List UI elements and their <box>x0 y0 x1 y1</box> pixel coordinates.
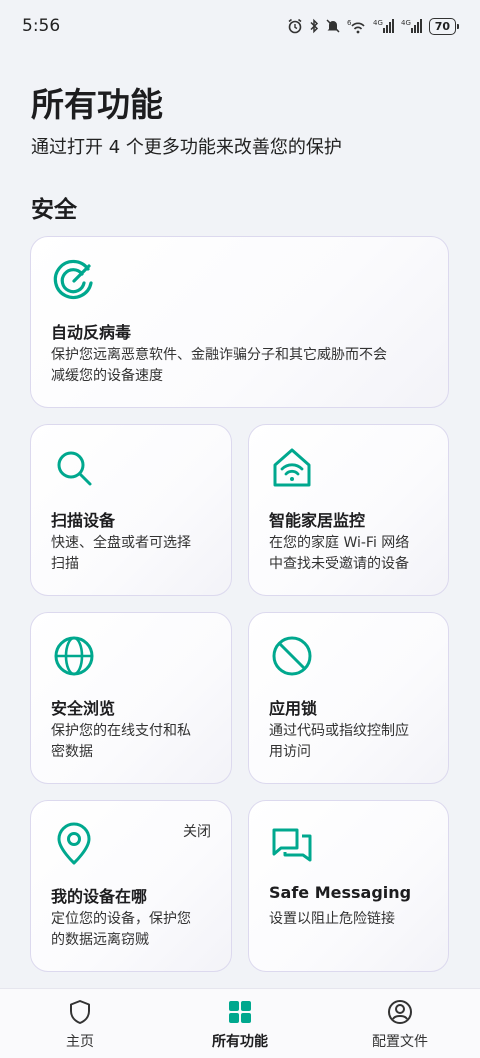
feature-description-line: 扫描 <box>51 556 79 572</box>
feature-description: 在您的家庭 Wi-Fi 网络 中查找未受邀请的设备 <box>269 533 434 575</box>
feature-card-smart-home[interactable]: 智能家居监控 在您的家庭 Wi-Fi 网络 中查找未受邀请的设备 <box>248 424 449 596</box>
feature-title: 安全浏览 <box>51 699 116 718</box>
feature-description: 通过代码或指纹控制应 用访问 <box>269 721 434 763</box>
feature-description: 设置以阻止危险链接 <box>269 909 434 930</box>
radar-icon <box>53 259 93 300</box>
feature-description-line: 设置以阻止危险链接 <box>269 911 395 927</box>
feature-description-line: 用访问 <box>269 744 311 760</box>
grid-icon <box>229 1001 251 1023</box>
wifi-icon: 6 <box>347 18 367 34</box>
feature-card-antivirus[interactable]: 自动反病毒 保护您远离恶意软件、金融诈骗分子和其它威胁而不会 减缓您的设备速度 <box>30 236 449 408</box>
feature-title: Safe Messaging <box>269 883 412 902</box>
feature-title: 应用锁 <box>269 699 318 718</box>
status-icons: 6 4G 4G 70 <box>287 17 460 35</box>
feature-description-line: 快速、全盘或者可选择 <box>51 535 191 551</box>
cell-signal-icon-2: 4G <box>401 18 423 34</box>
feature-title: 自动反病毒 <box>51 323 132 342</box>
feature-card-scan[interactable]: 扫描设备 快速、全盘或者可选择 扫描 <box>30 424 232 596</box>
bottom-nav: 主页 所有功能 配置文件 <box>0 988 480 1058</box>
feature-description-line: 的数据远离窃贼 <box>51 932 149 948</box>
svg-text:4G: 4G <box>373 19 383 27</box>
globe-icon <box>54 636 94 676</box>
feature-card-find-device[interactable]: 关闭 我的设备在哪 定位您的设备，保护您 的数据远离窃贼 <box>30 800 232 972</box>
status-time: 5:56 <box>22 16 61 36</box>
nav-item-home[interactable]: 主页 <box>0 989 160 1058</box>
feature-title: 智能家居监控 <box>269 511 366 530</box>
feature-description: 快速、全盘或者可选择 扫描 <box>51 533 217 575</box>
feature-title: 扫描设备 <box>51 511 116 530</box>
feature-description-line: 在您的家庭 Wi-Fi 网络 <box>269 535 410 551</box>
feature-description: 定位您的设备，保护您 的数据远离窃贼 <box>51 909 217 951</box>
feature-card-app-lock[interactable]: 应用锁 通过代码或指纹控制应 用访问 <box>248 612 449 784</box>
shield-icon <box>70 1000 90 1024</box>
profile-icon <box>388 1000 412 1024</box>
feature-description-line: 通过代码或指纹控制应 <box>269 723 409 739</box>
battery-icon: 70 <box>428 17 460 35</box>
feature-description-line: 密数据 <box>51 744 93 760</box>
feature-description-line: 定位您的设备，保护您 <box>51 911 191 927</box>
feature-card-safe-messaging[interactable]: Safe Messaging 设置以阻止危险链接 <box>248 800 449 972</box>
home-wifi-icon <box>273 448 311 487</box>
bluetooth-icon <box>309 18 319 34</box>
svg-text:6: 6 <box>347 19 352 27</box>
nav-label: 配置文件 <box>372 1034 428 1050</box>
feature-description-line: 减缓您的设备速度 <box>51 368 163 384</box>
location-pin-icon <box>57 822 91 865</box>
feature-title: 我的设备在哪 <box>51 887 148 906</box>
nav-label: 所有功能 <box>212 1034 268 1050</box>
status-bar: 5:56 6 4G 4G 70 <box>0 0 480 52</box>
feature-description-line: 中查找未受邀请的设备 <box>269 556 409 572</box>
mute-icon <box>325 18 341 34</box>
feature-description: 保护您远离恶意软件、金融诈骗分子和其它威胁而不会 减缓您的设备速度 <box>51 345 434 387</box>
nav-item-profile[interactable]: 配置文件 <box>320 989 480 1058</box>
feature-card-safe-browsing[interactable]: 安全浏览 保护您的在线支付和私 密数据 <box>30 612 232 784</box>
feature-description-line: 保护您的在线支付和私 <box>51 723 191 739</box>
feature-description: 保护您的在线支付和私 密数据 <box>51 721 217 763</box>
cell-signal-icon-1: 4G <box>373 18 395 34</box>
block-icon <box>272 636 312 676</box>
chat-bubbles-icon <box>272 828 312 862</box>
nav-label: 主页 <box>66 1034 94 1050</box>
section-title: 安全 <box>31 197 77 223</box>
nav-item-all-features[interactable]: 所有功能 <box>160 989 320 1058</box>
search-icon <box>57 451 92 486</box>
svg-text:4G: 4G <box>401 19 411 27</box>
page-subtitle: 通过打开 4 个更多功能来改善您的保护 <box>31 137 342 158</box>
alarm-icon <box>287 18 303 34</box>
feature-description-line: 保护您远离恶意软件、金融诈骗分子和其它威胁而不会 <box>51 347 387 363</box>
status-badge: 关闭 <box>183 824 211 840</box>
page-title: 所有功能 <box>31 85 163 124</box>
